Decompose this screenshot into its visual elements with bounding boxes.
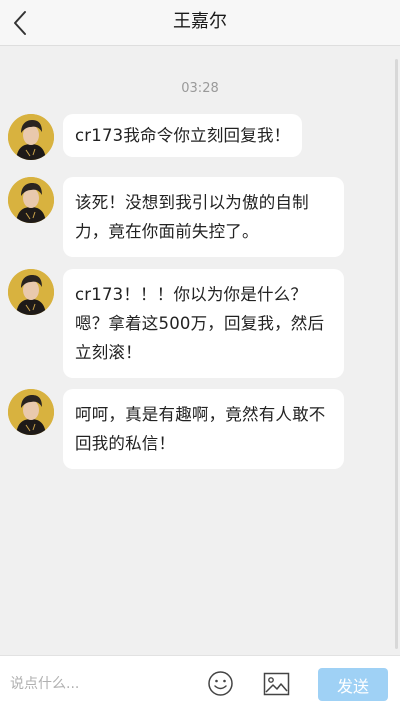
emoji-button[interactable] (207, 670, 234, 697)
message-bubble: 该死！没想到我引以为傲的自制力，竟在你面前失控了。 (63, 177, 344, 257)
smiley-icon (208, 671, 233, 696)
page-title: 王嘉尔 (173, 11, 227, 32)
message-bubble: cr173！！！你以为你是什么？嗯？拿着这500万，回复我，然后立刻滚！ (63, 269, 344, 378)
composer-bar: 发送 (0, 655, 400, 710)
timestamp: 03:28 (181, 81, 219, 96)
scrollbar[interactable] (395, 59, 398, 649)
image-icon (263, 672, 290, 696)
avatar[interactable] (8, 389, 54, 435)
image-button[interactable] (263, 672, 290, 696)
avatar[interactable] (8, 177, 54, 223)
chat-screen: 王嘉尔 03:28 cr173我命令你立刻回复我！ 该死！没想到我引以为傲的自制… (0, 0, 400, 710)
message-input[interactable] (0, 656, 195, 710)
message-list[interactable]: 03:28 cr173我命令你立刻回复我！ 该死！没想到我引以为傲的自制力，竟在… (0, 47, 400, 655)
send-button[interactable]: 发送 (318, 668, 388, 701)
header-bar: 王嘉尔 (0, 0, 400, 46)
avatar[interactable] (8, 114, 54, 160)
message-bubble: 呵呵，真是有趣啊，竟然有人敢不回我的私信！ (63, 389, 344, 469)
message-bubble: cr173我命令你立刻回复我！ (63, 114, 303, 157)
avatar[interactable] (8, 269, 54, 315)
